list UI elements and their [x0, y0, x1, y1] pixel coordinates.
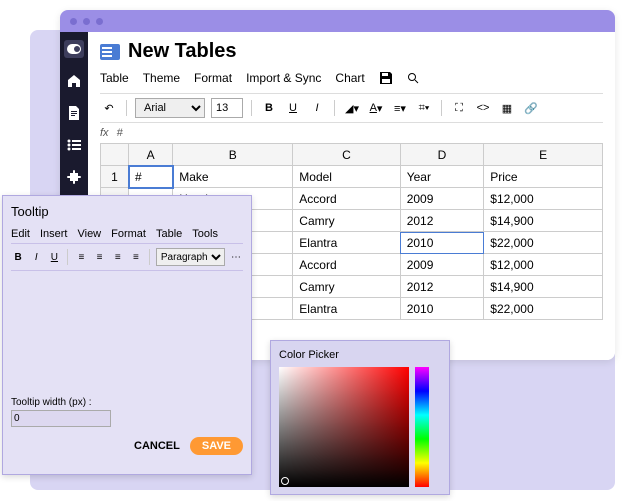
- align-icon[interactable]: ≡▾: [391, 99, 409, 117]
- border-icon[interactable]: ⌗▾: [415, 99, 433, 117]
- tooltip-toolbar: B I U ≡ ≡ ≡ ≡ Paragraph ⋯: [11, 244, 243, 271]
- cell[interactable]: $12,000: [484, 188, 603, 210]
- text-color-icon[interactable]: A▾: [367, 99, 385, 117]
- tt-more-icon[interactable]: ⋯: [229, 249, 243, 265]
- save-button[interactable]: SAVE: [190, 437, 243, 455]
- toolbar: ↶ Arial B U I ◢▾ A▾ ≡▾ ⌗▾ ⛶ <> ▦ 🔗: [100, 93, 603, 123]
- cell[interactable]: $14,900: [484, 210, 603, 232]
- cell[interactable]: 2012: [400, 276, 484, 298]
- cell[interactable]: $22,000: [484, 232, 603, 254]
- color-saturation-area[interactable]: [279, 367, 409, 487]
- cell[interactable]: 2009: [400, 188, 484, 210]
- corner-cell[interactable]: [101, 144, 129, 166]
- tt-align-left-icon[interactable]: ≡: [74, 249, 88, 265]
- sidebar-toggle-icon[interactable]: [64, 40, 84, 58]
- tooltip-width-label: Tooltip width (px) :: [11, 397, 243, 408]
- cell[interactable]: #: [129, 166, 173, 188]
- cell[interactable]: Accord: [293, 188, 400, 210]
- sidebar-list-icon[interactable]: [64, 136, 84, 154]
- cell[interactable]: 2009: [400, 254, 484, 276]
- save-icon[interactable]: [379, 71, 393, 85]
- tooltip-width-input[interactable]: [11, 410, 111, 427]
- tt-menu-view[interactable]: View: [77, 228, 101, 240]
- sidebar-home-icon[interactable]: [64, 72, 84, 90]
- tt-menu-format[interactable]: Format: [111, 228, 146, 240]
- titlebar: [60, 10, 615, 32]
- tt-menu-table[interactable]: Table: [156, 228, 182, 240]
- tt-menu-insert[interactable]: Insert: [40, 228, 68, 240]
- cancel-button[interactable]: CANCEL: [134, 440, 180, 452]
- tt-underline-icon[interactable]: U: [47, 249, 61, 265]
- bold-icon[interactable]: B: [260, 99, 278, 117]
- cell[interactable]: Price: [484, 166, 603, 188]
- tooltip-panel: Tooltip Edit Insert View Format Table To…: [2, 195, 252, 475]
- cell[interactable]: 2010: [400, 232, 484, 254]
- cell[interactable]: Elantra: [293, 298, 400, 320]
- fill-color-icon[interactable]: ◢▾: [343, 99, 361, 117]
- col-header[interactable]: E: [484, 144, 603, 166]
- cell[interactable]: Make: [173, 166, 293, 188]
- cell[interactable]: Camry: [293, 276, 400, 298]
- cell[interactable]: Model: [293, 166, 400, 188]
- search-icon[interactable]: [407, 72, 419, 84]
- table-icon: [100, 44, 120, 60]
- grid-icon[interactable]: ▦: [498, 99, 516, 117]
- color-hue-slider[interactable]: [415, 367, 429, 487]
- code-icon[interactable]: <>: [474, 99, 492, 117]
- tt-menu-edit[interactable]: Edit: [11, 228, 30, 240]
- fx-value[interactable]: #: [117, 127, 123, 139]
- page-title: New Tables: [128, 40, 237, 63]
- color-picker-title: Color Picker: [279, 349, 441, 361]
- cell[interactable]: Elantra: [293, 232, 400, 254]
- tooltip-title: Tooltip: [11, 204, 243, 219]
- menu-table[interactable]: Table: [100, 71, 129, 85]
- cell[interactable]: Year: [400, 166, 484, 188]
- tt-align-justify-icon[interactable]: ≡: [129, 249, 143, 265]
- tt-align-right-icon[interactable]: ≡: [111, 249, 125, 265]
- tt-menu-tools[interactable]: Tools: [192, 228, 218, 240]
- window-dot: [70, 18, 77, 25]
- window-dot: [83, 18, 90, 25]
- menu-chart[interactable]: Chart: [335, 71, 364, 85]
- cell[interactable]: 2012: [400, 210, 484, 232]
- tt-bold-icon[interactable]: B: [11, 249, 25, 265]
- sidebar-document-icon[interactable]: [64, 104, 84, 122]
- cell[interactable]: $14,900: [484, 276, 603, 298]
- color-picker-panel: Color Picker: [270, 340, 450, 495]
- tt-align-center-icon[interactable]: ≡: [93, 249, 107, 265]
- col-header[interactable]: B: [173, 144, 293, 166]
- font-size-input[interactable]: [211, 98, 243, 118]
- col-header[interactable]: D: [400, 144, 484, 166]
- cell[interactable]: 2010: [400, 298, 484, 320]
- cell[interactable]: $12,000: [484, 254, 603, 276]
- italic-icon[interactable]: I: [308, 99, 326, 117]
- sidebar-puzzle-icon[interactable]: [64, 168, 84, 186]
- link-icon[interactable]: 🔗: [522, 99, 540, 117]
- cell[interactable]: $22,000: [484, 298, 603, 320]
- cell[interactable]: Camry: [293, 210, 400, 232]
- font-family-select[interactable]: Arial: [135, 98, 205, 118]
- menu-format[interactable]: Format: [194, 71, 232, 85]
- tooltip-menubar: Edit Insert View Format Table Tools: [11, 225, 243, 244]
- row-number[interactable]: 1: [101, 166, 129, 188]
- menubar: Table Theme Format Import & Sync Chart: [100, 67, 603, 93]
- window-dot: [96, 18, 103, 25]
- tooltip-editor[interactable]: [11, 271, 243, 391]
- formula-bar: fx #: [100, 123, 603, 143]
- underline-icon[interactable]: U: [284, 99, 302, 117]
- fx-symbol: fx: [100, 127, 109, 139]
- expand-icon[interactable]: ⛶: [450, 99, 468, 117]
- col-header[interactable]: C: [293, 144, 400, 166]
- col-header[interactable]: A: [129, 144, 173, 166]
- menu-import-sync[interactable]: Import & Sync: [246, 71, 321, 85]
- menu-theme[interactable]: Theme: [143, 71, 180, 85]
- tt-paragraph-select[interactable]: Paragraph: [156, 248, 225, 266]
- color-cursor-icon[interactable]: [281, 477, 289, 485]
- cell[interactable]: Accord: [293, 254, 400, 276]
- undo-icon[interactable]: ↶: [100, 99, 118, 117]
- tt-italic-icon[interactable]: I: [29, 249, 43, 265]
